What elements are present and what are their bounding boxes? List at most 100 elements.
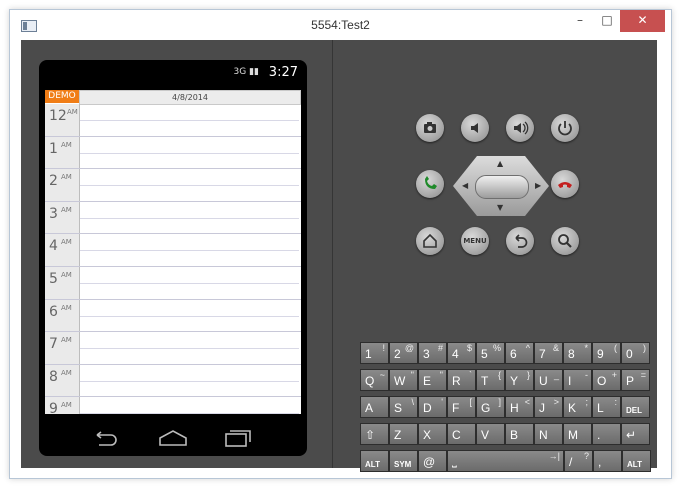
key-row2-9[interactable]: P = [621,369,650,391]
key-row4-8[interactable]: . [592,423,621,445]
key-alt-label: " [410,370,414,380]
dpad-right-icon[interactable]: ▶ [535,181,541,190]
key-row4-0[interactable]: ⇧ [360,423,389,445]
dpad[interactable]: ▲ ▼ ◀ ▶ [453,156,549,216]
hour-suffix: AM [61,205,72,214]
key-row3-5[interactable]: H < [505,396,534,418]
key-row3-7[interactable]: K; [563,396,592,418]
key-alt-label: [ [469,397,472,407]
key-row5-1[interactable]: SYM [389,450,418,472]
key-row3-2[interactable]: D ' [418,396,447,418]
key-row4-3[interactable]: C [447,423,476,445]
key-row3-4[interactable]: G] [476,396,505,418]
key-row2-3[interactable]: R ` [447,369,476,391]
maximize-button[interactable]: □ [594,10,620,32]
key-row2-1[interactable]: W " [389,369,418,391]
key-row3-6[interactable]: J > [534,396,563,418]
hour-row[interactable]: 9 AM [45,397,301,414]
key-row4-4[interactable]: V [476,423,505,445]
key-alt-label: * [584,343,588,353]
key-row2-8[interactable]: O + [592,369,621,391]
key-row4-1[interactable]: Z [389,423,418,445]
volume-down-button[interactable] [461,114,489,142]
key-row5-2[interactable]: @ [418,450,447,472]
hour-row[interactable]: 4 AM [45,234,301,267]
key-row1-3[interactable]: 4 $ [447,342,476,364]
key-alt-label: - [585,370,588,380]
key-row2-6[interactable]: U _ [534,369,563,391]
hour-row[interactable]: 3 AM [45,201,301,235]
key-row3-9[interactable]: DEL [621,396,650,418]
key-row5-3[interactable]: ⎵ →| [447,450,564,472]
hour-row[interactable]: 5 AM [45,266,301,300]
key-row4-6[interactable]: N [534,423,563,445]
volume-up-button[interactable] [506,114,534,142]
key-label: 6 [510,347,517,361]
key-row1-6[interactable]: 7 & [534,342,563,364]
key-row1-4[interactable]: 5% [476,342,505,364]
hour-row[interactable]: 2 AM [45,169,301,202]
key-row2-4[interactable]: T{ [476,369,505,391]
key-row2-5[interactable]: Y} [505,369,534,391]
key-alt-label: < [524,397,530,407]
key-row3-0[interactable]: A [360,396,389,418]
home-button[interactable] [416,227,444,255]
key-row5-4[interactable]: /? [564,450,593,472]
key-label: 5 [481,347,488,361]
key-row2-2[interactable]: E " [418,369,447,391]
key-row4-5[interactable]: B [505,423,534,445]
key-row4-7[interactable]: M [563,423,592,445]
key-row2-0[interactable]: Q ~ [360,369,389,391]
key-label: X [423,428,432,442]
calendar-view[interactable]: DEMO 4/8/2014 12 AM 1 AM 2 AM 3 AM 4 AM 5 AM 6 AM 7 AM 8… [45,90,301,414]
power-button[interactable] [551,114,579,142]
key-row1-7[interactable]: 8 * [563,342,592,364]
key-row5-5[interactable]: , [593,450,622,472]
key-row5-0[interactable]: ALT [360,450,389,472]
back-icon[interactable] [91,430,121,446]
hour-row[interactable]: 8 AM [45,364,301,398]
dpad-down-icon[interactable]: ▼ [497,203,503,212]
key-row3-3[interactable]: F[ [447,396,476,418]
key-label: I [568,374,572,388]
dpad-center-button[interactable] [475,175,529,199]
key-label: ALT [365,460,380,469]
end-call-button[interactable] [551,170,579,198]
hour-number: 5 [49,270,58,287]
menu-button[interactable]: MENU [461,227,489,255]
key-row5-6[interactable]: ALT [622,450,651,472]
key-row2-7[interactable]: I- [563,369,592,391]
camera-button[interactable] [416,114,444,142]
key-row1-5[interactable]: 6 ^ [505,342,534,364]
hour-row[interactable]: 1 AM [45,136,301,170]
key-row1-8[interactable]: 9( [592,342,621,364]
dpad-up-icon[interactable]: ▲ [497,159,503,168]
key-row1-0[interactable]: 1! [360,342,389,364]
minimize-button[interactable]: – [567,10,593,32]
dpad-left-icon[interactable]: ◀ [462,181,468,190]
key-alt-label: % [492,343,501,353]
key-label: ALT [627,460,642,469]
recents-icon[interactable] [223,428,253,448]
key-row1-9[interactable]: 0) [621,342,650,364]
key-alt-label: = [640,370,646,380]
hour-label: 5 AM [45,266,80,299]
key-row4-2[interactable]: X [418,423,447,445]
key-row3-8[interactable]: L: [592,396,621,418]
hour-row[interactable]: 6 AM [45,299,301,333]
close-button[interactable]: ✕ [620,10,665,32]
date-header[interactable]: 4/8/2014 [79,90,301,105]
key-row1-2[interactable]: 3 # [418,342,447,364]
hour-row[interactable]: 12 AM [45,104,301,137]
key-row1-1[interactable]: 2 @ [389,342,418,364]
key-label: S [394,401,403,415]
key-row4-9[interactable]: ↵ [621,423,650,445]
hour-row[interactable]: 7 AM [45,332,301,365]
back-button[interactable] [506,227,534,255]
search-button[interactable] [551,227,579,255]
home-icon[interactable] [157,429,189,447]
key-row3-1[interactable]: S \ [389,396,418,418]
call-button[interactable] [416,170,444,198]
key-label: 8 [568,347,575,361]
key-label: 2 [394,347,401,361]
